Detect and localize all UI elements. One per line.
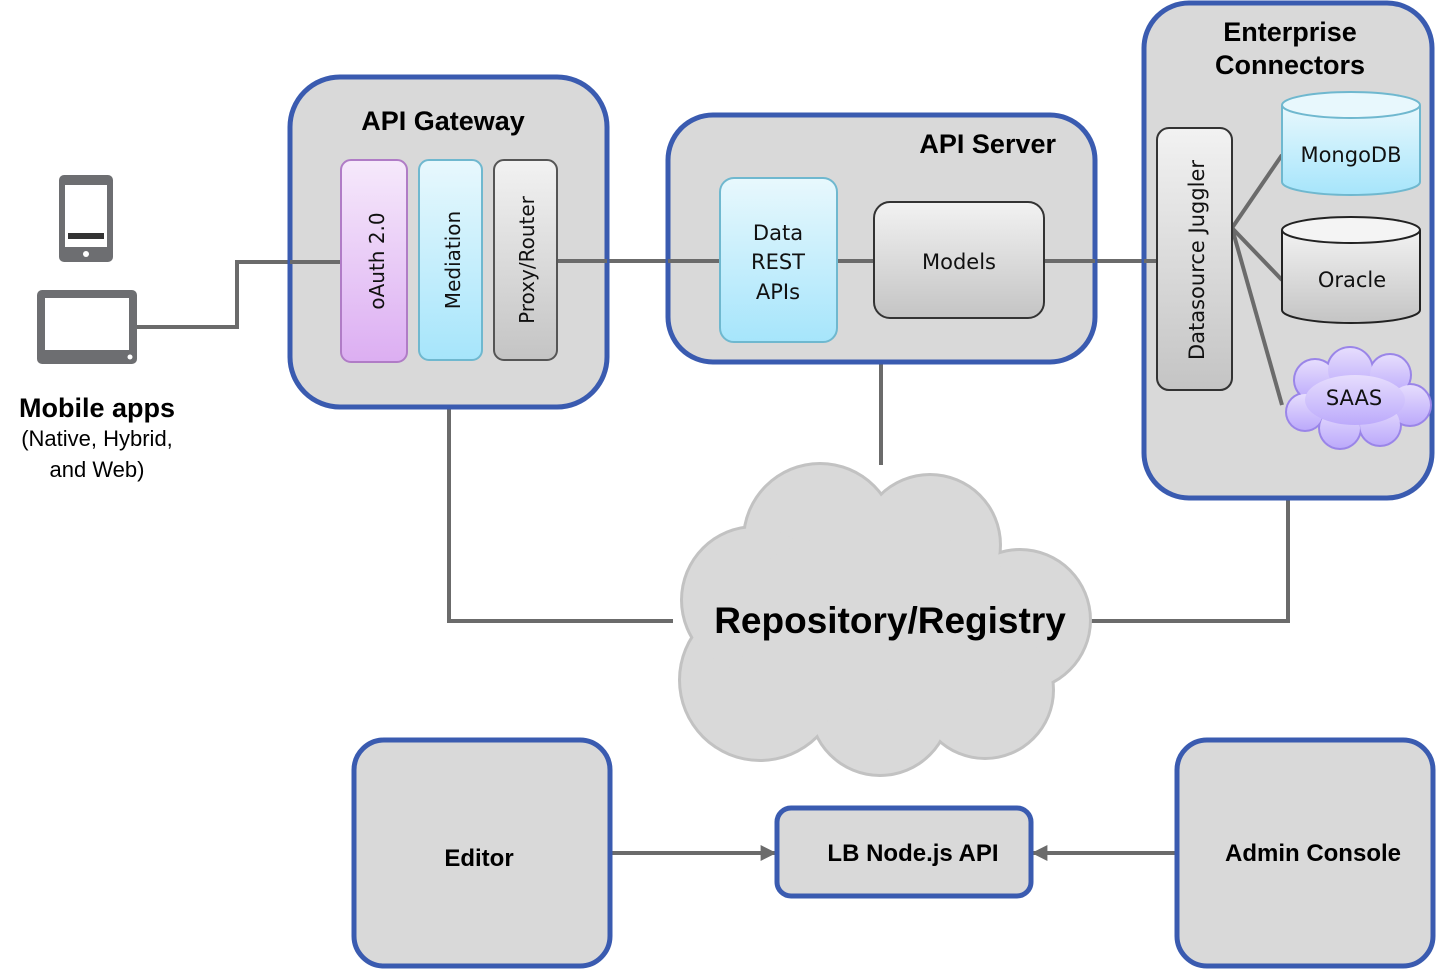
- enterprise-connectors-panel: Enterprise Connectors Datasource Juggler…: [1141, 0, 1435, 501]
- editor-box[interactable]: Editor: [351, 737, 613, 969]
- models-label: Models: [922, 250, 996, 274]
- oauth-label: oAuth 2.0: [365, 212, 389, 309]
- repository-registry-cloud: Repository/Registry: [678, 462, 1092, 777]
- data-rest-apis-label: REST: [751, 250, 805, 274]
- enterprise-connectors-title: Enterprise: [1223, 17, 1357, 47]
- gateway-to-repository-line: [447, 407, 673, 623]
- phone-icon: [59, 175, 113, 262]
- enterprise-connectors-title: Connectors: [1215, 50, 1365, 80]
- saas-label: SAAS: [1326, 386, 1382, 410]
- mongodb-label: MongoDB: [1300, 143, 1401, 167]
- mobile-apps-subtitle: (Native, Hybrid,: [21, 426, 173, 451]
- connectors-to-repository-line: [1090, 498, 1290, 623]
- lb-nodejs-api-label: LB Node.js API: [827, 840, 998, 867]
- mediation-label: Mediation: [441, 211, 465, 309]
- repository-registry-label: Repository/Registry: [714, 600, 1066, 641]
- lb-nodejs-api-box[interactable]: LB Node.js API: [774, 805, 1034, 899]
- admin-console-label: Admin Console: [1225, 840, 1401, 867]
- proxy-router-label: Proxy/Router: [515, 195, 539, 324]
- data-rest-apis-label: APIs: [756, 280, 800, 304]
- api-gateway-panel: API Gateway oAuth 2.0 Mediation Proxy/Ro…: [287, 74, 610, 410]
- api-server-panel: API Server Data REST APIs Models: [665, 112, 1098, 365]
- mobile-apps-subtitle: and Web): [50, 457, 145, 482]
- data-rest-apis-label: Data: [753, 221, 803, 245]
- datasource-juggler-label: Datasource Juggler: [1185, 160, 1209, 360]
- oracle-label: Oracle: [1318, 268, 1386, 292]
- editor-label: Editor: [444, 845, 513, 872]
- mobile-apps-title: Mobile apps: [19, 393, 175, 423]
- api-server-title: API Server: [919, 129, 1056, 159]
- mongodb-database-icon: MongoDB: [1281, 91, 1421, 196]
- oracle-database-icon: Oracle: [1281, 216, 1421, 324]
- admin-console-box[interactable]: Admin Console: [1174, 737, 1436, 969]
- tablet-icon: [37, 290, 137, 364]
- architecture-diagram: Mobile apps (Native, Hybrid, and Web) AP…: [19, 0, 1436, 969]
- api-gateway-title: API Gateway: [361, 106, 525, 136]
